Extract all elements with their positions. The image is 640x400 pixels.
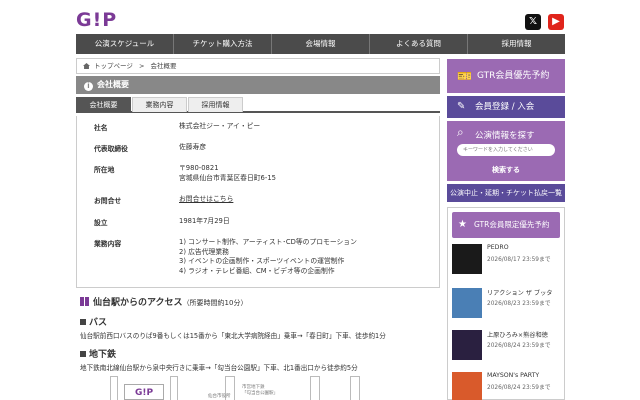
promo-item-date: 2026/08/24 23:59まで <box>487 343 551 349</box>
cancellation-list-button[interactable]: 公演中止・延期・チケット払戻一覧 <box>447 184 565 202</box>
map-label-station: 市営地下鉄 「勾当台公園駅」 <box>242 385 278 396</box>
map-road <box>350 376 360 400</box>
bullet-icon <box>80 319 86 325</box>
profile-value: お問合せはこちら <box>179 195 429 205</box>
nav-item-schedule[interactable]: 公演スケジュール <box>76 34 174 54</box>
search-icon: ⌕ <box>457 125 464 139</box>
promo-item[interactable]: リアクション ザ ブッタ 2026/08/23 23:59まで <box>452 288 562 322</box>
promo-title: GTR会員限定優先予約 <box>474 220 550 229</box>
ticket-icon: 🎫 <box>457 69 472 83</box>
promo-item-date: 2026/08/23 23:59まで <box>487 301 551 307</box>
profile-key: 代表取締役 <box>94 145 128 153</box>
promo-item-title: MAYSON's PARTY <box>487 372 540 379</box>
profile-value: 1981年7月29日 <box>179 217 230 225</box>
gtr-label: GTR会員優先予約 <box>477 71 550 81</box>
tab-recruit[interactable]: 採用情報 <box>188 97 243 112</box>
map-road <box>310 376 320 400</box>
map-road <box>170 376 178 400</box>
bus-description: 仙台駅前西口バスのりば9番もしくは15番から「東北大学病院経由」乗車→「春日町」… <box>80 332 386 340</box>
promo-thumbnail <box>452 288 482 318</box>
profile-key: 所在地 <box>94 166 115 174</box>
promo-item-date: 2026/08/24 23:59まで <box>487 385 551 391</box>
search-input[interactable] <box>457 144 555 156</box>
promo-header: ★ GTR会員限定優先予約 <box>452 212 560 238</box>
subway-header: 地下鉄 <box>80 347 116 360</box>
subway-title: 地下鉄 <box>89 350 117 360</box>
section-header: i 会社概要 <box>76 76 440 94</box>
profile-key: 設立 <box>94 219 108 227</box>
bullet-icon <box>80 351 86 357</box>
access-map: G!P 市営地下鉄 「勾当台公園駅」 仙台市役所 <box>80 372 440 400</box>
access-header: 仙台駅からのアクセス（所要時間約10分） <box>80 295 247 308</box>
x-icon[interactable]: 𝕏 <box>525 14 541 30</box>
nav-item-recruit[interactable]: 採用情報 <box>468 34 565 54</box>
search-button[interactable]: 検索する <box>447 165 565 175</box>
promo-item[interactable]: MAYSON's PARTY 2026/08/24 23:59まで <box>452 372 562 400</box>
promo-item-title: リアクション ザ ブッタ <box>487 290 553 297</box>
promo-item[interactable]: PEDRO 2026/08/17 23:59まで <box>452 244 562 278</box>
breadcrumb-current: 会社概要 <box>150 62 177 70</box>
profile-value: 1) コンサート制作、アーティスト･CD等のプロモーション 2) 広告代理業務 … <box>179 238 357 275</box>
promo-thumbnail <box>452 330 482 360</box>
profile-key: お問合せ <box>94 197 122 205</box>
profile-value: 株式会社ジー・アイ・ピー <box>179 122 261 130</box>
subway-description: 地下鉄南北線仙台駅から泉中央行きに乗車→「勾当台公園駅」下車、北1番出口から徒歩… <box>80 364 358 372</box>
site-logo[interactable]: G!P <box>76 9 117 31</box>
promo-item-title: PEDRO <box>487 244 509 251</box>
profile-key: 社名 <box>94 124 108 132</box>
search-title: 公演情報を探す <box>475 131 535 141</box>
star-icon: ★ <box>458 219 467 230</box>
breadcrumb-separator: > <box>138 62 145 70</box>
bus-title: バス <box>89 318 108 328</box>
company-profile-table: 社名 株式会社ジー・アイ・ピー 代表取締役 佐藤寿彦 所在地 〒980-0821… <box>76 116 440 288</box>
home-icon <box>83 63 90 69</box>
youtube-icon[interactable]: ▶ <box>548 14 564 30</box>
access-title: 仙台駅からのアクセス <box>93 298 183 308</box>
bus-header: バス <box>80 315 107 328</box>
promo-item-date: 2026/08/17 23:59まで <box>487 257 551 263</box>
access-subtitle: （所要時間約10分） <box>182 299 248 307</box>
tab-business[interactable]: 業務内容 <box>132 97 187 112</box>
info-icon: i <box>84 82 93 91</box>
site-header: G!P 𝕏 ▶ <box>0 0 640 34</box>
search-panel: ⌕ 公演情報を探す 検索する <box>447 121 565 181</box>
map-icon <box>80 297 89 306</box>
promo-thumbnail <box>452 244 482 274</box>
nav-item-ticket[interactable]: チケット購入方法 <box>174 34 272 54</box>
section-title: 会社概要 <box>97 80 129 89</box>
map-road <box>110 376 118 400</box>
tab-bar: 会社概要 業務内容 採用情報 <box>76 97 440 113</box>
profile-key: 業務内容 <box>94 240 122 248</box>
map-label-cityhall: 仙台市役所 <box>208 394 231 399</box>
gtr-priority-button[interactable]: 🎫 GTR会員優先予約 <box>447 59 565 93</box>
main-nav: 公演スケジュール チケット購入方法 会場情報 よくある質問 採用情報 <box>76 34 565 54</box>
breadcrumb-home[interactable]: トップページ <box>94 62 133 70</box>
priority-promo-panel: ★ GTR会員限定優先予約 PEDRO 2026/08/17 23:59まで リア… <box>447 207 565 400</box>
profile-value: 〒980-0821 宮城県仙台市青葉区春日町6-15 <box>179 164 276 182</box>
contact-link[interactable]: お問合せはこちら <box>179 195 233 203</box>
tab-company[interactable]: 会社概要 <box>76 97 131 112</box>
nav-item-venue[interactable]: 会場情報 <box>272 34 370 54</box>
promo-thumbnail <box>452 372 482 400</box>
register-label: 会員登録 / 入会 <box>475 102 535 112</box>
pencil-icon: ✎ <box>457 101 466 112</box>
register-button[interactable]: ✎ 会員登録 / 入会 <box>447 96 565 118</box>
promo-item-title: 上原ひろみ×熊谷和徳 <box>487 332 548 339</box>
breadcrumb: トップページ > 会社概要 <box>76 58 440 74</box>
nav-item-faq[interactable]: よくある質問 <box>370 34 468 54</box>
map-gip-logo: G!P <box>124 384 164 400</box>
profile-value: 佐藤寿彦 <box>179 143 207 151</box>
promo-item[interactable]: 上原ひろみ×熊谷和徳 2026/08/24 23:59まで <box>452 330 562 364</box>
